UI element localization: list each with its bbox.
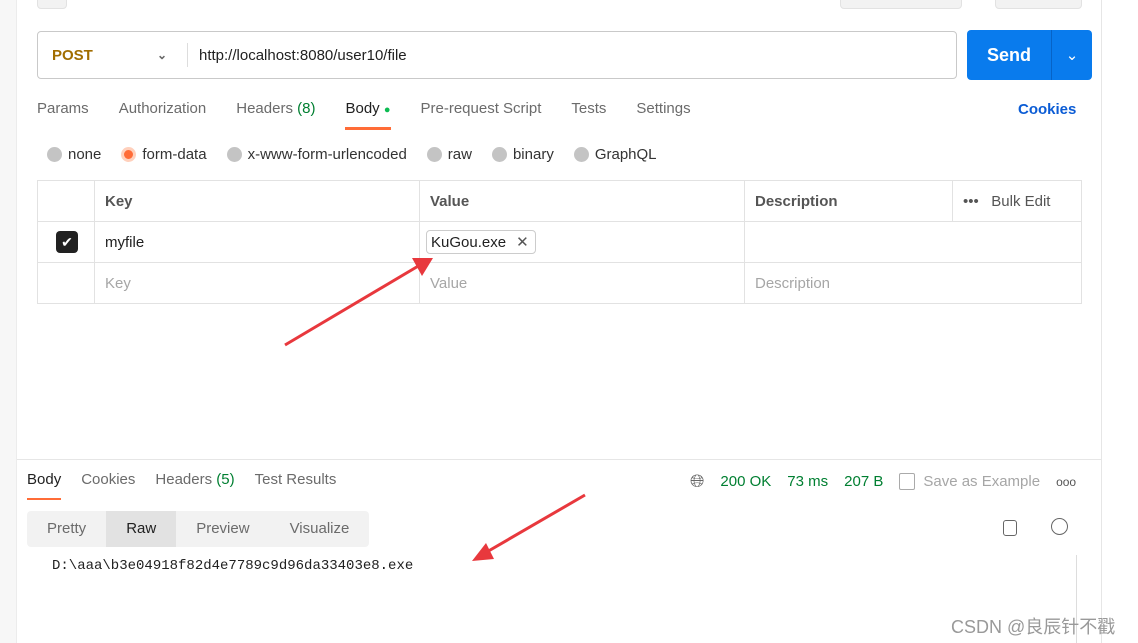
- watermark: CSDN @良辰针不戳: [951, 617, 1116, 637]
- annotation-arrow: [472, 493, 586, 561]
- annotation-arrow: [284, 258, 433, 347]
- annotation-arrows: [284, 258, 586, 561]
